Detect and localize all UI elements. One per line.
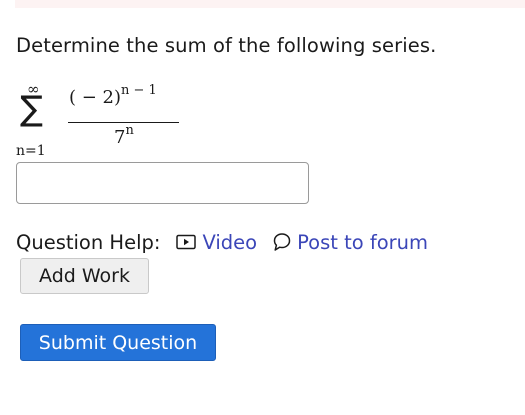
denominator-exponent: n <box>125 123 134 138</box>
numerator-exponent: n − 1 <box>121 83 157 98</box>
fraction-bar <box>68 122 179 123</box>
question-prompt: Determine the sum of the following serie… <box>16 34 437 57</box>
answer-input[interactable] <box>16 162 309 204</box>
post-to-forum-link[interactable]: Post to forum <box>273 231 428 254</box>
video-link[interactable]: Video <box>176 231 257 254</box>
fraction-denominator: 7n <box>114 124 134 148</box>
fraction-numerator: ( − 2)n − 1 <box>69 84 157 108</box>
question-help-label: Question Help: <box>16 230 161 254</box>
series-expression: ∞ ∑ n=1 ( − 2)n − 1 7n <box>16 82 206 166</box>
sigma-symbol: ∑ <box>20 89 43 129</box>
question-help-row: Question Help: Video Post to forum <box>16 230 428 254</box>
numerator-base: ( − 2) <box>69 87 122 108</box>
post-to-forum-label: Post to forum <box>297 230 429 254</box>
top-banner-strip <box>15 0 525 8</box>
add-work-button[interactable]: Add Work <box>20 258 149 294</box>
sum-lower-limit: n=1 <box>16 143 46 159</box>
video-play-icon <box>176 234 197 250</box>
submit-question-button[interactable]: Submit Question <box>20 324 216 361</box>
speech-bubble-icon <box>273 232 291 252</box>
video-link-label: Video <box>202 230 258 254</box>
denominator-base: 7 <box>114 127 126 148</box>
